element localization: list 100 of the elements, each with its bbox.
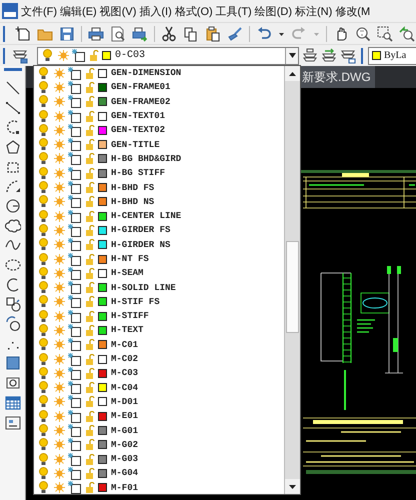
menu-item[interactable]: 格式(O) — [174, 4, 213, 18]
undo-icon[interactable] — [256, 26, 272, 42]
layer-name[interactable]: M-C04 — [111, 382, 138, 393]
padlock-icon[interactable] — [85, 354, 95, 365]
padlock-icon[interactable] — [85, 68, 95, 79]
zoom-previous-icon[interactable] — [399, 26, 415, 42]
lightbulb-icon[interactable] — [39, 252, 48, 266]
scroll-down-icon[interactable] — [285, 479, 300, 494]
lightbulb-icon[interactable] — [39, 224, 48, 237]
layer-stack-icon[interactable] — [340, 48, 356, 64]
layer-name[interactable]: M-F01 — [111, 482, 138, 493]
lightbulb-icon[interactable] — [39, 438, 48, 452]
lightbulb-icon[interactable] — [39, 210, 48, 223]
menu-item[interactable]: 标注(N) — [295, 4, 332, 18]
layer-name[interactable]: GEN-FRAME02 — [111, 96, 170, 107]
lightbulb-icon[interactable] — [39, 310, 48, 323]
padlock-icon[interactable] — [85, 368, 95, 379]
text-icon[interactable] — [4, 414, 20, 431]
layer-name[interactable]: H-BG STIFF — [111, 168, 166, 178]
lightbulb-icon[interactable] — [39, 424, 48, 438]
padlock-icon[interactable] — [85, 224, 95, 236]
padlock-icon[interactable] — [85, 168, 95, 179]
menu-item[interactable]: 绘图(D) — [254, 4, 292, 18]
lightbulb-icon[interactable] — [39, 366, 48, 380]
padlock-icon[interactable] — [85, 410, 95, 422]
copy-icon[interactable] — [183, 26, 199, 42]
layer-dropdown[interactable]: 0-C03 — [37, 46, 299, 64]
cut-icon[interactable] — [161, 26, 177, 42]
zoom-window-icon[interactable] — [377, 26, 393, 42]
lightbulb-icon[interactable] — [39, 295, 48, 308]
lightbulb-icon[interactable] — [39, 110, 48, 123]
padlock-icon[interactable] — [85, 468, 95, 479]
file-tab[interactable]: 新要求.DWG — [300, 66, 375, 88]
padlock-icon[interactable] — [85, 282, 95, 294]
layer-name[interactable]: GEN-TEXT02 — [111, 125, 166, 136]
layer-name[interactable]: M-D01 — [111, 396, 138, 407]
layer-stack-icon[interactable] — [321, 48, 337, 64]
layer-name[interactable]: H-SEAM — [111, 268, 144, 278]
padlock-icon[interactable] — [85, 110, 95, 122]
menu-item[interactable]: 插入(I) — [139, 4, 172, 18]
lightbulb-icon[interactable] — [39, 395, 48, 408]
padlock-icon[interactable] — [85, 425, 95, 436]
paste-icon[interactable] — [205, 26, 221, 42]
brush-icon[interactable] — [227, 26, 243, 42]
lightbulb-icon[interactable] — [39, 466, 48, 480]
scrollbar-thumb[interactable] — [286, 241, 299, 333]
lightbulb-icon[interactable] — [39, 138, 48, 152]
layer-name[interactable]: H-SOLID LINE — [111, 282, 176, 293]
padlock-icon[interactable] — [85, 182, 95, 194]
arc-icon[interactable] — [4, 276, 20, 293]
layer-stack-icon[interactable] — [12, 48, 28, 64]
menu-item[interactable]: 文件(F) — [21, 4, 58, 18]
hatch-icon[interactable] — [4, 355, 20, 372]
lightbulb-icon[interactable] — [39, 324, 48, 337]
padlock-icon[interactable] — [85, 439, 95, 450]
layer-name[interactable]: M-G02 — [111, 440, 138, 450]
polyline-icon[interactable] — [4, 119, 20, 136]
padlock-icon[interactable] — [85, 310, 95, 322]
lightbulb-icon[interactable] — [39, 281, 48, 294]
menu-item[interactable]: 修改(M — [335, 4, 370, 18]
layer-name[interactable]: M-E01 — [111, 411, 138, 422]
layer-name[interactable]: H-NT FS — [111, 254, 149, 264]
padlock-icon[interactable] — [85, 124, 95, 136]
menu-item[interactable]: 视图(V) — [100, 4, 136, 18]
make-block-icon[interactable] — [4, 316, 20, 332]
lightbulb-icon[interactable] — [39, 66, 48, 80]
lightbulb-icon[interactable] — [39, 381, 48, 394]
padlock-icon[interactable] — [85, 153, 95, 164]
layer-name[interactable]: H-GIRDER FS — [111, 225, 170, 236]
menu-item[interactable]: 编辑(E) — [60, 4, 97, 18]
padlock-icon[interactable] — [85, 254, 95, 264]
padlock-icon[interactable] — [85, 239, 95, 250]
arc-icon[interactable] — [4, 178, 20, 194]
lightbulb-icon[interactable] — [39, 95, 48, 108]
region-icon[interactable] — [4, 375, 20, 392]
padlock-icon[interactable] — [85, 196, 95, 208]
layer-name[interactable]: M-G03 — [111, 454, 138, 464]
layer-name[interactable]: H-GIRDER NS — [111, 240, 170, 250]
lightbulb-icon[interactable] — [39, 338, 48, 352]
polygon-icon[interactable] — [4, 138, 20, 155]
layer-name[interactable]: GEN-DIMENSION — [111, 68, 182, 78]
layer-name[interactable]: H-TEXT — [111, 325, 144, 336]
layer-name[interactable]: M-C03 — [111, 368, 138, 378]
padlock-icon[interactable] — [85, 139, 95, 150]
cloud-icon[interactable] — [4, 218, 20, 234]
layer-name[interactable]: H-STIFF — [111, 311, 149, 322]
padlock-icon[interactable] — [85, 339, 95, 350]
padlock-icon[interactable] — [85, 296, 95, 308]
lightbulb-icon[interactable] — [39, 80, 48, 94]
layer-name[interactable]: M-G04 — [111, 468, 138, 478]
lightbulb-icon[interactable] — [39, 481, 48, 494]
lightbulb-icon[interactable] — [39, 352, 48, 366]
padlock-icon[interactable] — [85, 96, 95, 108]
scrollbar[interactable] — [284, 66, 300, 494]
padlock-icon[interactable] — [85, 210, 95, 222]
padlock-icon[interactable] — [85, 454, 95, 465]
print-preview-icon[interactable] — [110, 26, 126, 42]
layer-name[interactable]: H-CENTER LINE — [111, 211, 182, 222]
layer-name[interactable]: M-C02 — [111, 354, 138, 364]
lightbulb-icon[interactable] — [39, 266, 48, 280]
